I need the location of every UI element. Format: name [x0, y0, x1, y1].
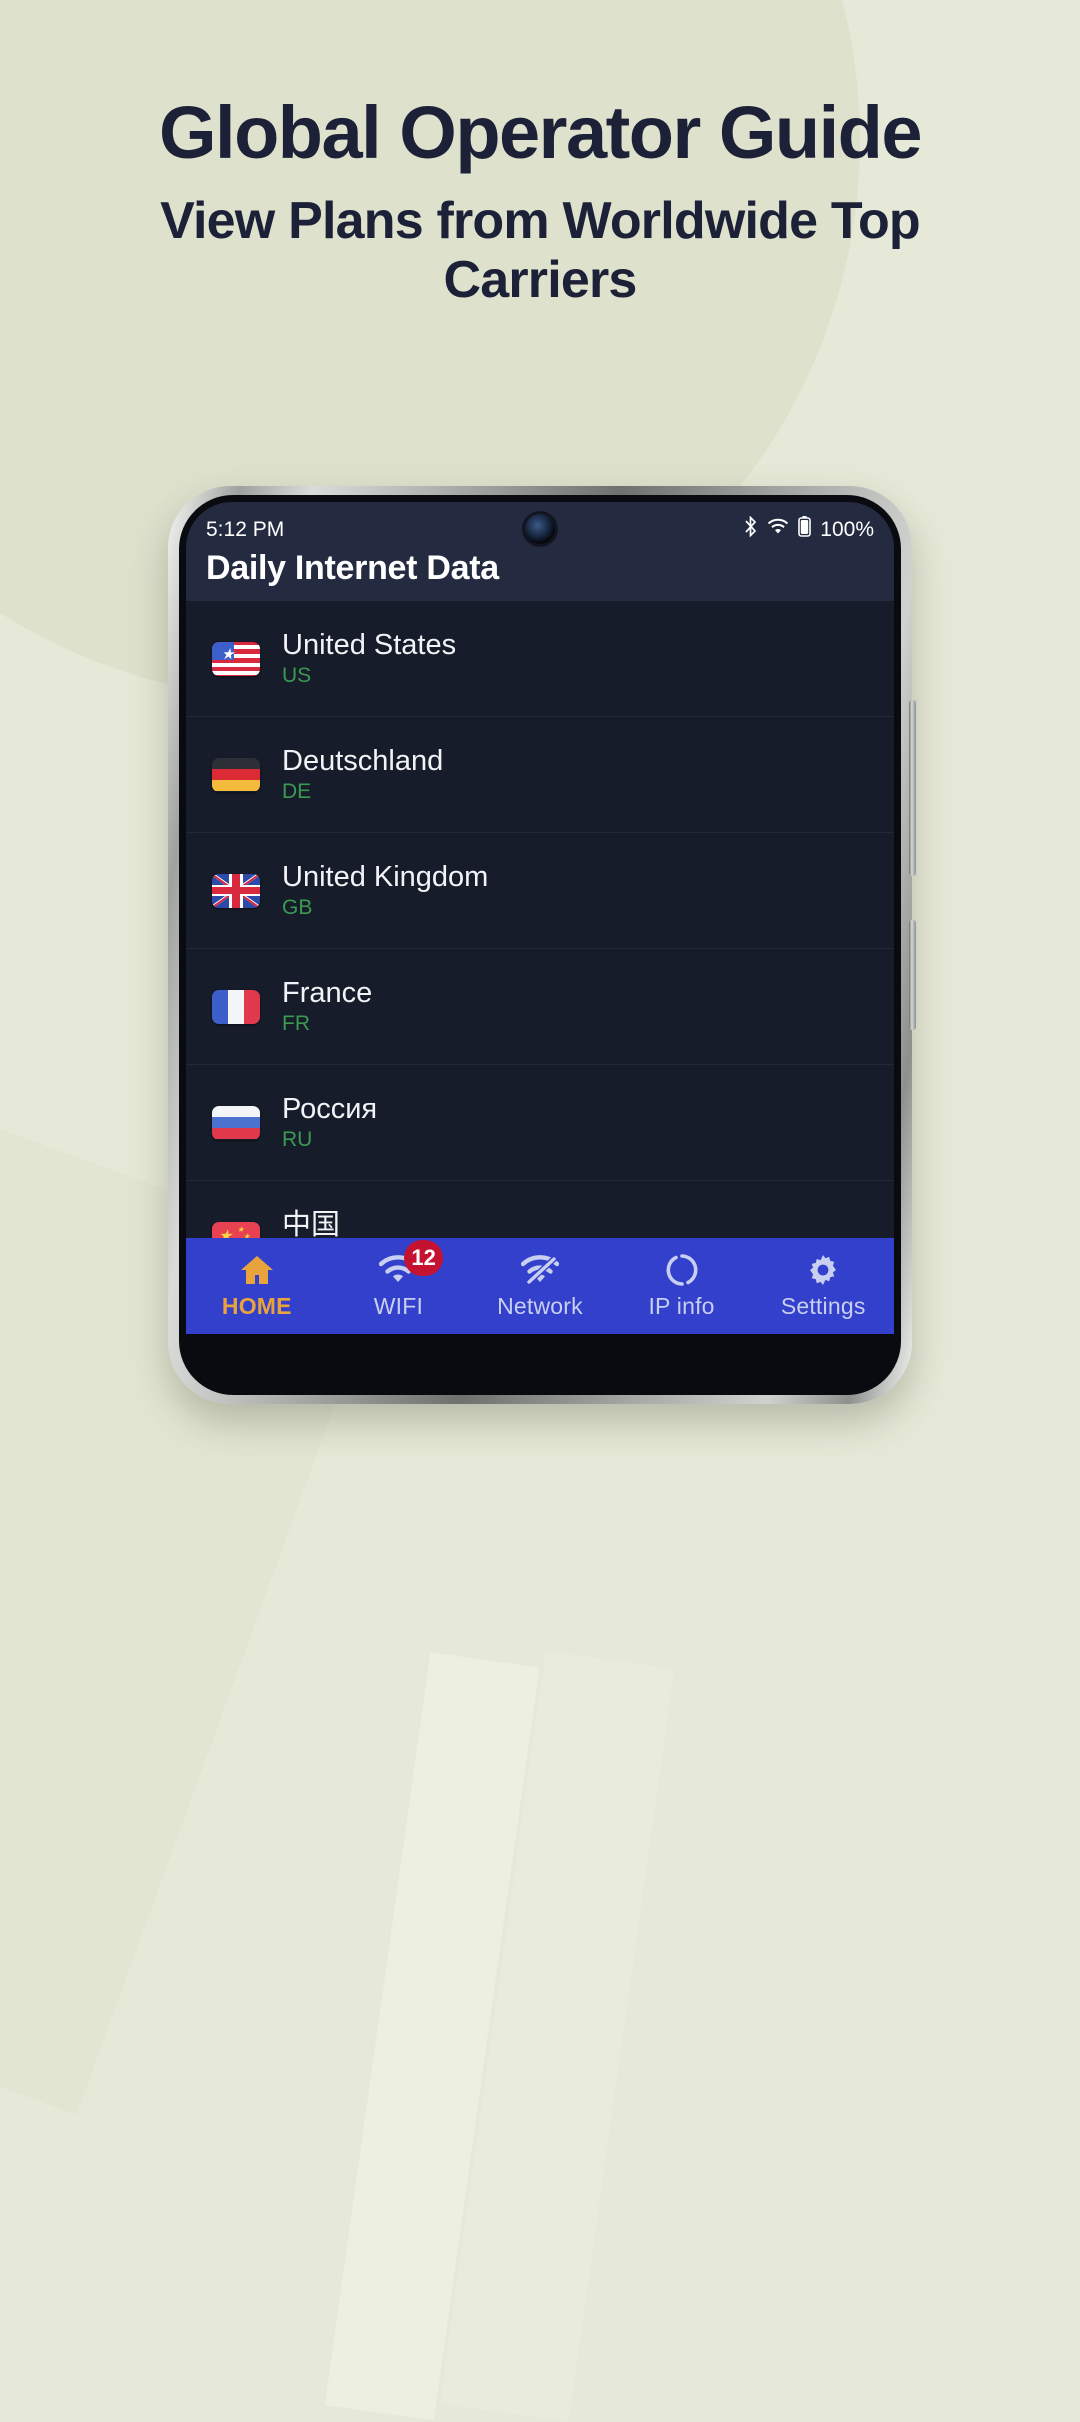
flag-fr-icon [212, 989, 260, 1024]
nav-label: Network [497, 1293, 583, 1319]
nav-label: Settings [780, 1293, 866, 1319]
poster-headline: Global Operator Guide View Plans from Wo… [0, 96, 1080, 310]
front-camera-icon [525, 514, 555, 544]
flag-cn-icon: ★ ★ ★ ★ ★ [212, 1221, 260, 1238]
country-text: United Kingdom GB [282, 861, 488, 920]
country-code: DE [282, 780, 312, 804]
volume-button[interactable] [909, 700, 916, 876]
nav-label: IP info [648, 1293, 715, 1319]
status-indicators: 100% [743, 515, 874, 543]
wifi-icon [767, 517, 789, 542]
country-text: Россия RU [282, 1093, 377, 1152]
app-header: 5:12 PM 100% Daily Internet Data [186, 502, 894, 601]
nav-item-ip-info[interactable]: IP info [611, 1238, 753, 1334]
status-time: 5:12 PM [206, 517, 285, 541]
country-name: France [282, 976, 373, 1009]
bluetooth-icon [743, 515, 758, 543]
battery-icon [798, 516, 812, 543]
battery-percent: 100% [820, 517, 874, 541]
home-icon [239, 1252, 275, 1288]
country-code: RU [282, 1128, 313, 1152]
app-title: Daily Internet Data [206, 549, 499, 587]
country-name: Deutschland [282, 744, 444, 777]
network-signal-icon [520, 1252, 559, 1288]
country-code: GB [282, 896, 313, 920]
nav-item-settings[interactable]: Settings [752, 1238, 894, 1334]
screen-bottom-filler [186, 1334, 894, 1388]
phone-mockup: 5:12 PM 100% Daily Internet Data ★ Unite… [168, 486, 916, 1404]
country-text: 中国 CN [282, 1209, 340, 1238]
nav-item-network[interactable]: Network [469, 1238, 611, 1334]
nav-item-wifi[interactable]: 12 WIFI [328, 1238, 470, 1334]
power-button[interactable] [909, 920, 916, 1030]
country-code: US [282, 664, 312, 688]
flag-us-icon: ★ [212, 641, 260, 676]
list-item[interactable]: Deutschland DE [186, 717, 894, 833]
list-item[interactable]: United Kingdom GB [186, 833, 894, 949]
page-subtitle: View Plans from Worldwide Top Carriers [160, 192, 921, 309]
page-title: Global Operator Guide [158, 91, 923, 174]
nav-item-home[interactable]: HOME [186, 1238, 328, 1334]
country-text: United States US [282, 629, 456, 688]
country-code: FR [282, 1012, 310, 1036]
country-name: United States [282, 628, 457, 661]
bottom-navigation-bar[interactable]: HOME 12 WIFI Network IP info Settings [186, 1238, 894, 1334]
list-item[interactable]: ★ United States US [186, 601, 894, 717]
country-name: 中国 [282, 1208, 341, 1238]
list-item[interactable]: ★ ★ ★ ★ ★ 中国 CN [186, 1181, 894, 1238]
wifi-badge: 12 [404, 1240, 443, 1276]
phone-screen: 5:12 PM 100% Daily Internet Data ★ Unite… [186, 502, 894, 1388]
refresh-circle-icon [665, 1252, 699, 1288]
nav-label: HOME [221, 1293, 292, 1319]
country-name: Россия [282, 1092, 378, 1125]
list-item[interactable]: France FR [186, 949, 894, 1065]
country-name: United Kingdom [282, 860, 489, 893]
country-text: France FR [282, 977, 372, 1036]
country-list[interactable]: ★ United States US Deutschland DE United… [186, 601, 894, 1238]
flag-ru-icon [212, 1105, 260, 1140]
gear-icon [806, 1252, 840, 1288]
list-item[interactable]: Россия RU [186, 1065, 894, 1181]
flag-gb-icon [212, 873, 260, 908]
nav-label: WIFI [373, 1293, 424, 1319]
country-text: Deutschland DE [282, 745, 443, 804]
flag-de-icon [212, 757, 260, 792]
